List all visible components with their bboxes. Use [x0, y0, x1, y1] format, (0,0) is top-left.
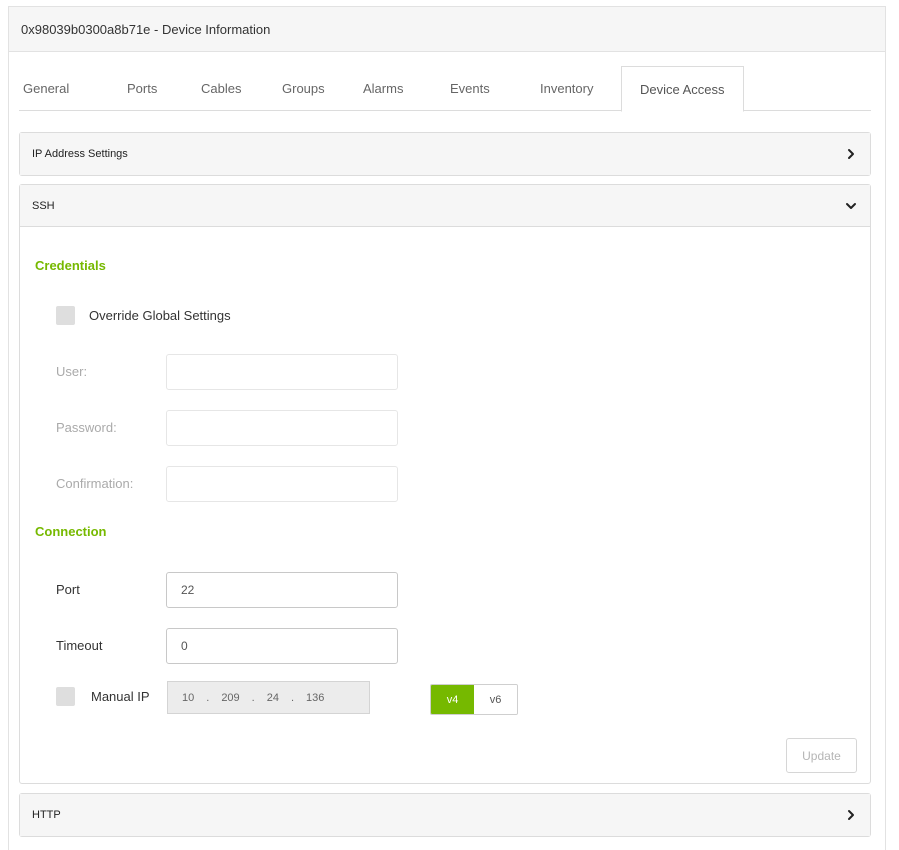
override-global-settings-row: Override Global Settings — [56, 306, 231, 325]
tab-alarms[interactable]: Alarms — [363, 66, 403, 111]
tab-bar: General Ports Cables Groups Alarms Event… — [19, 66, 871, 112]
override-global-settings-checkbox[interactable] — [56, 306, 75, 325]
chevron-right-icon — [848, 810, 854, 820]
ip-address-settings-panel: IP Address Settings — [19, 132, 871, 176]
http-title: HTTP — [32, 809, 61, 821]
ipv6-toggle-button[interactable]: v6 — [474, 685, 517, 714]
ip-octet-4: 136 — [306, 691, 325, 704]
ip-separator: . — [290, 691, 295, 704]
ip-octet-2: 209 — [221, 691, 240, 704]
password-input[interactable] — [166, 410, 398, 446]
port-input[interactable] — [166, 572, 398, 608]
manual-ip-checkbox[interactable] — [56, 687, 75, 706]
ip-address-field[interactable]: 10 . 209 . 24 . 136 — [167, 681, 370, 714]
tab-ports[interactable]: Ports — [127, 66, 157, 111]
ip-octet-3: 24 — [266, 691, 279, 704]
chevron-down-icon — [846, 202, 856, 209]
tab-device-access[interactable]: Device Access — [621, 66, 744, 112]
ssh-title: SSH — [32, 199, 55, 212]
ip-address-settings-header[interactable]: IP Address Settings — [20, 133, 870, 175]
tab-events[interactable]: Events — [450, 66, 490, 111]
ip-octet-1: 10 — [182, 691, 195, 704]
manual-ip-label: Manual IP — [91, 689, 150, 704]
timeout-label: Timeout — [56, 638, 103, 653]
credentials-heading: Credentials — [35, 258, 106, 273]
connection-heading: Connection — [35, 524, 107, 539]
user-input[interactable] — [166, 354, 398, 390]
update-button[interactable]: Update — [786, 738, 857, 773]
port-label: Port — [56, 582, 80, 597]
ssh-header[interactable]: SSH — [20, 185, 870, 227]
tab-cables[interactable]: Cables — [201, 66, 241, 111]
window-title: 0x98039b0300a8b71e - Device Information — [21, 21, 271, 37]
http-header[interactable]: HTTP — [20, 794, 870, 836]
manual-ip-row: Manual IP — [56, 687, 150, 706]
window-title-bar: 0x98039b0300a8b71e - Device Information — [9, 7, 885, 52]
tab-general[interactable]: General — [23, 66, 69, 111]
timeout-input[interactable] — [166, 628, 398, 664]
ip-address-settings-title: IP Address Settings — [32, 148, 128, 160]
override-global-settings-label: Override Global Settings — [89, 308, 231, 323]
ip-separator: . — [251, 691, 255, 704]
chevron-right-icon — [848, 149, 854, 159]
user-label: User: — [56, 364, 88, 379]
confirmation-input[interactable] — [166, 466, 398, 502]
confirmation-label: Confirmation: — [56, 476, 134, 491]
ssh-panel: SSH Credentials Override Global Settings… — [19, 184, 871, 784]
ip-version-toggle: v4 v6 — [430, 684, 518, 715]
tab-groups[interactable]: Groups — [282, 66, 325, 111]
tab-inventory[interactable]: Inventory — [540, 66, 593, 111]
http-panel: HTTP — [19, 793, 871, 837]
device-information-window: 0x98039b0300a8b71e - Device Information … — [8, 6, 886, 850]
ip-separator: . — [206, 691, 210, 704]
ipv4-toggle-button[interactable]: v4 — [431, 685, 474, 714]
password-label: Password: — [56, 420, 117, 435]
